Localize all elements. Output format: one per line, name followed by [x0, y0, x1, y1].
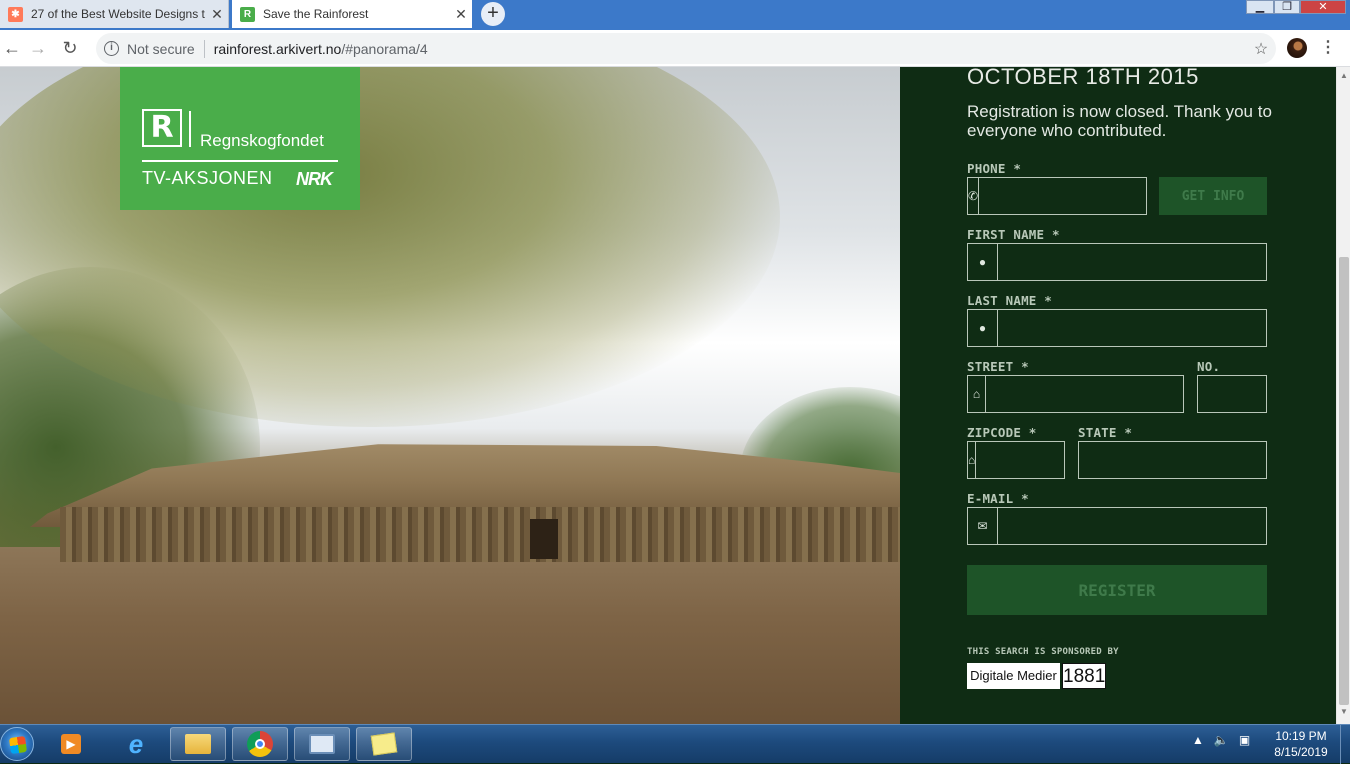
show-desktop-button[interactable] — [1340, 725, 1350, 764]
get-info-button[interactable]: GET INFO — [1159, 177, 1267, 215]
number-field[interactable] — [1197, 375, 1350, 413]
campaign-logo[interactable]: R Regnskogfondet TV-AKSJONEN NRK — [120, 67, 360, 210]
person-icon: ● — [968, 244, 998, 280]
first-name-label: FIRST NAME * — [967, 227, 1060, 242]
media-player-icon[interactable]: ▶ — [44, 727, 98, 761]
security-label: Not secure — [127, 40, 195, 57]
date-heading: OCTOBER 18TH 2015 — [967, 64, 1199, 89]
start-button[interactable] — [0, 727, 34, 761]
street-field[interactable]: ⌂ — [967, 375, 1184, 413]
minimize-button[interactable]: ▁ — [1246, 0, 1274, 14]
street-label: STREET * — [967, 359, 1029, 374]
phone-input[interactable] — [979, 178, 1177, 214]
regnskogfondet-r-icon: R — [142, 109, 182, 147]
reload-icon[interactable]: ↻ — [58, 36, 82, 60]
number-input[interactable] — [1198, 376, 1350, 412]
back-arrow-icon[interactable]: ← — [0, 36, 24, 60]
hubspot-icon: ✱ — [8, 6, 23, 22]
nrk-logo: NRK — [296, 169, 333, 189]
volume-icon[interactable]: 🔈 — [1214, 733, 1229, 747]
profile-avatar[interactable] — [1287, 38, 1307, 58]
file-explorer-icon[interactable] — [170, 727, 226, 761]
last-name-field[interactable]: ● — [967, 309, 1267, 347]
campaign-name: TV-AKSJONEN — [142, 168, 273, 188]
menu-dots-icon[interactable]: ⋮ — [1320, 37, 1336, 59]
scroll-down-arrow-icon[interactable]: ▼ — [1340, 707, 1348, 716]
tab-strip: ✱ 27 of the Best Website Designs t ✕ R S… — [0, 0, 1350, 30]
envelope-icon: ✉ — [968, 508, 998, 544]
divider — [203, 39, 205, 58]
email-input[interactable] — [998, 508, 1266, 544]
zipcode-label: ZIPCODE * — [967, 425, 1037, 440]
internet-explorer-icon[interactable]: e — [108, 727, 164, 761]
clock-time: 10:19 PM — [1275, 729, 1327, 743]
new-tab-button[interactable]: + — [481, 2, 505, 26]
phone-field[interactable]: ✆ — [967, 177, 1177, 215]
close-tab-icon[interactable]: ✕ — [450, 6, 472, 23]
tab-save-the-rainforest[interactable]: R Save the Rainforest ✕ — [232, 0, 472, 28]
hut-wall — [60, 507, 900, 562]
person-icon: ● — [968, 310, 998, 346]
last-name-label: LAST NAME * — [967, 293, 1052, 308]
scrollbar-thumb[interactable] — [1339, 257, 1349, 705]
bookmark-star-icon[interactable]: ☆ — [1246, 39, 1276, 59]
email-field[interactable]: ✉ — [967, 507, 1267, 545]
remote-desktop-icon[interactable] — [294, 727, 350, 761]
first-name-field[interactable]: ● — [967, 243, 1267, 281]
clock-date: 8/15/2019 — [1274, 745, 1328, 759]
home-icon: ⌂ — [968, 442, 977, 478]
close-tab-icon[interactable]: ✕ — [206, 6, 228, 23]
url-path: /#panorama/4 — [341, 40, 428, 57]
registration-panel: OCTOBER 18TH 2015 Registration is now cl… — [900, 64, 1350, 724]
org-name: Regnskogfondet — [200, 131, 324, 150]
hut-doorway — [530, 519, 558, 559]
windows-taskbar: ▶ e ▲ 🔈 ▣ 10:19 PM 8/15/2019 — [0, 724, 1350, 764]
info-icon[interactable]: i — [104, 41, 119, 56]
first-name-input[interactable] — [998, 244, 1266, 280]
phone-icon: ✆ — [968, 178, 980, 214]
phone-label: PHONE * — [967, 161, 1022, 176]
street-input[interactable] — [986, 376, 1183, 412]
tab-title: Save the Rainforest — [263, 7, 369, 21]
system-tray: ▲ 🔈 ▣ — [1192, 733, 1250, 747]
show-hidden-icons-icon[interactable]: ▲ — [1192, 733, 1204, 747]
rainforest-r-icon: R — [240, 6, 255, 22]
state-input[interactable] — [1079, 442, 1276, 478]
sponsor-logo-digitale-medier[interactable]: Digitale Medier — [967, 663, 1060, 689]
scroll-up-arrow-icon[interactable]: ▲ — [1340, 71, 1348, 80]
zipcode-field[interactable]: ⌂ — [967, 441, 1174, 479]
dirt-ground — [0, 547, 900, 724]
tab-website-designs[interactable]: ✱ 27 of the Best Website Designs t ✕ — [0, 0, 229, 28]
window-controls: ▁ ❐ ✕ — [1246, 0, 1346, 14]
windows-logo-icon — [8, 735, 28, 755]
browser-toolbar: ← → ↻ i Not secure rainforest.arkivert.n… — [0, 30, 1350, 67]
logo-divider — [189, 111, 191, 147]
forward-arrow-icon[interactable]: → — [26, 36, 50, 60]
state-field[interactable] — [1078, 441, 1276, 479]
sponsor-logo-1881[interactable]: 1881 — [1062, 663, 1106, 689]
home-icon: ⌂ — [968, 376, 986, 412]
taskbar-clock[interactable]: 10:19 PM 8/15/2019 — [1268, 728, 1334, 760]
last-name-input[interactable] — [998, 310, 1266, 346]
page-scrollbar[interactable]: ▲ ▼ — [1336, 67, 1350, 724]
network-icon[interactable]: ▣ — [1239, 733, 1250, 747]
chrome-icon[interactable] — [232, 727, 288, 761]
logo-rule — [142, 160, 338, 162]
number-label: NO. — [1197, 359, 1221, 374]
maximize-button[interactable]: ❐ — [1274, 0, 1300, 14]
address-bar[interactable]: i Not secure rainforest.arkivert.no/#pan… — [96, 33, 1276, 64]
url-host: rainforest.arkivert.no — [213, 40, 342, 57]
close-window-button[interactable]: ✕ — [1300, 0, 1346, 14]
sticky-notes-icon[interactable] — [356, 727, 412, 761]
tab-title: 27 of the Best Website Designs t — [31, 7, 205, 21]
overhanging-branches — [0, 67, 780, 427]
sponsor-label: THIS SEARCH IS SPONSORED BY — [967, 647, 1119, 657]
state-label: STATE * — [1078, 425, 1133, 440]
email-label: E-MAIL * — [967, 491, 1029, 506]
register-button[interactable]: REGISTER — [967, 565, 1267, 615]
closed-message: Registration is now closed. Thank you to… — [967, 102, 1272, 140]
